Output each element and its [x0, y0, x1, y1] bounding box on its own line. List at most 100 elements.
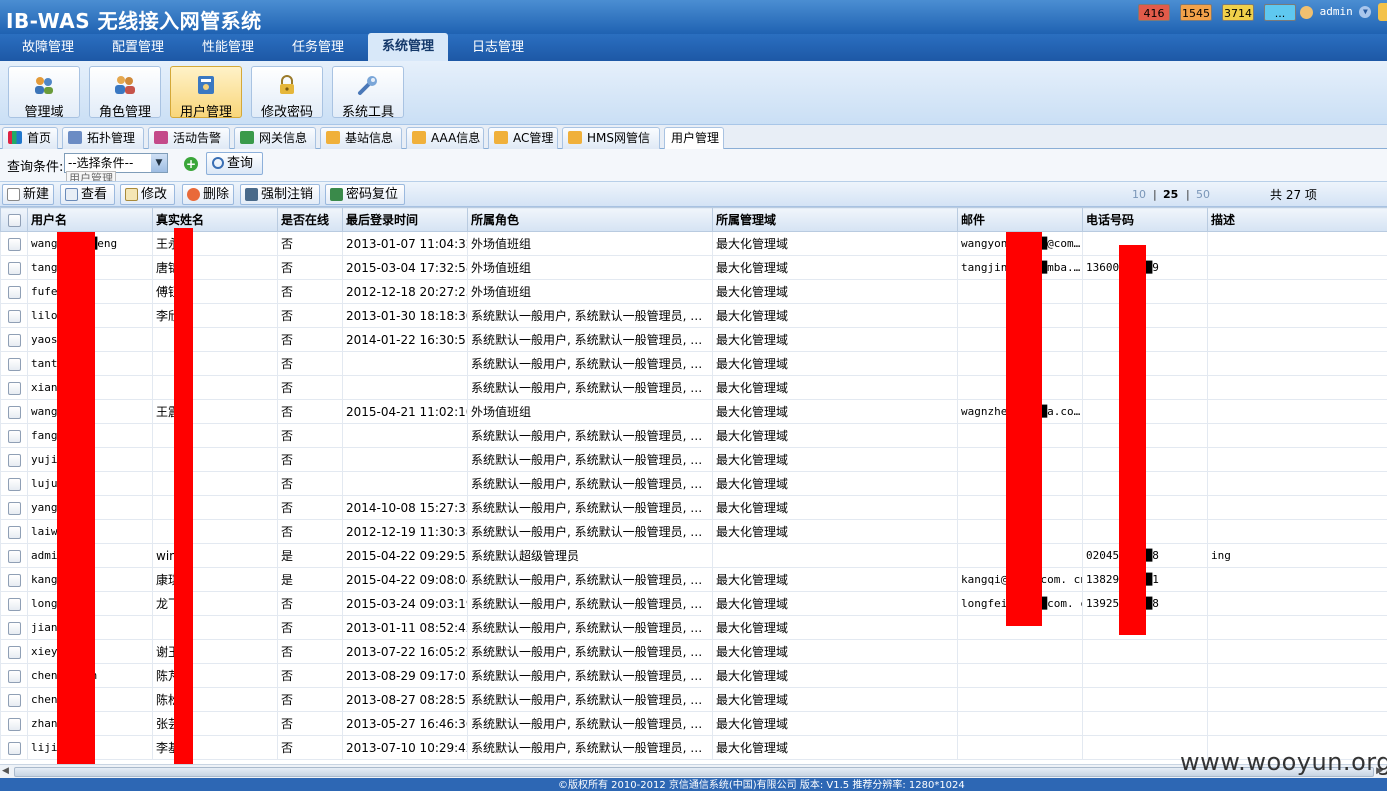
row-checkbox[interactable]: [0, 687, 28, 712]
checkbox[interactable]: [7, 645, 21, 659]
checkbox[interactable]: [7, 309, 21, 323]
row-checkbox[interactable]: [0, 279, 28, 304]
checkbox[interactable]: [7, 669, 21, 683]
chevron-down-icon[interactable]: ▼: [1359, 6, 1372, 18]
checkbox[interactable]: [7, 597, 21, 611]
table-row[interactable]: laiw████g否2012-12-19 11:30:38系统默认一般用户, 系…: [0, 519, 1387, 544]
table-row[interactable]: tang唐锦否2015-03-04 17:32:58外场值班组最大化管理域tan…: [0, 255, 1387, 280]
table-row[interactable]: yaos 否 2014-01-22 16:30:51 系统默认一般用户, 系统默认一般…: [0, 327, 1387, 352]
alarm-major-badge[interactable]: 1545: [1180, 4, 1212, 21]
delete-button[interactable]: 删除: [182, 184, 234, 205]
tab-gateway[interactable]: 网关信息: [234, 127, 316, 149]
row-checkbox[interactable]: [0, 663, 28, 688]
table-row[interactable]: kang 康琪是 2015-04-22 09:08:04 系统默认一般用户, 系统默认…: [0, 567, 1387, 592]
role-button[interactable]: 角色管理: [89, 66, 161, 120]
reset-password-button[interactable]: 密码复位: [325, 184, 405, 205]
col-role[interactable]: 所属角色: [467, 207, 713, 232]
row-checkbox[interactable]: [0, 351, 28, 376]
tab-hms[interactable]: HMS网管信息: [562, 127, 660, 165]
col-domain[interactable]: 所属管理域: [712, 207, 958, 232]
horizontal-scrollbar[interactable]: ◀ ▶: [0, 764, 1387, 778]
tab-aaa[interactable]: AAA信息: [406, 127, 484, 149]
row-checkbox[interactable]: [0, 543, 28, 568]
domain-button[interactable]: 管理域: [8, 66, 80, 120]
row-checkbox[interactable]: [0, 447, 28, 472]
scroll-left-icon[interactable]: ◀: [2, 766, 9, 776]
checkbox[interactable]: [7, 381, 21, 395]
menu-task[interactable]: 任务管理: [278, 34, 358, 61]
row-checkbox[interactable]: [0, 567, 28, 592]
edit-button[interactable]: 修改: [120, 184, 175, 205]
checkbox[interactable]: [7, 573, 21, 587]
checkbox[interactable]: [7, 285, 21, 299]
row-checkbox[interactable]: [0, 423, 28, 448]
view-button[interactable]: 查看: [60, 184, 115, 205]
row-checkbox[interactable]: [0, 255, 28, 280]
table-row[interactable]: luju 否系统默认一般用户, 系统默认一般管理员, … 最大化管理域: [0, 471, 1387, 496]
alarm-critical-badge[interactable]: 416: [1138, 4, 1170, 21]
row-checkbox[interactable]: [0, 231, 28, 256]
row-checkbox[interactable]: [0, 495, 28, 520]
checkbox[interactable]: [7, 501, 21, 515]
checkbox[interactable]: [7, 237, 21, 251]
table-row[interactable]: wang王震否2015-04-21 11:02:10外场值班组最大化管理域wag…: [0, 399, 1387, 424]
checkbox[interactable]: [7, 693, 21, 707]
row-checkbox[interactable]: [0, 399, 28, 424]
table-row[interactable]: lilo 李欣否 2013-01-30 18:18:30 系统默认一般用户, 系统默认…: [0, 303, 1387, 328]
checkbox[interactable]: [7, 477, 21, 491]
user-menu[interactable]: admin ▼: [1300, 5, 1372, 19]
row-checkbox[interactable]: [0, 735, 28, 760]
row-checkbox[interactable]: [0, 615, 28, 640]
menu-log[interactable]: 日志管理: [458, 34, 538, 61]
table-row[interactable]: chen████an陈芃否2013-08-29 09:17:05系统默认一般用户…: [0, 663, 1387, 688]
help-icon[interactable]: [1378, 3, 1387, 21]
add-condition-icon[interactable]: +: [184, 157, 198, 171]
row-checkbox[interactable]: [0, 711, 28, 736]
alarm-minor-badge[interactable]: 3714: [1222, 4, 1254, 21]
force-logout-button[interactable]: 强制注销: [240, 184, 320, 205]
table-row[interactable]: xiey 谢玉否 2013-07-22 16:05:22 系统默认一般用户, 系统默认…: [0, 639, 1387, 664]
table-row[interactable]: zhan████g张芸否2013-05-27 16:46:36系统默认一般用户,…: [0, 711, 1387, 736]
checkbox[interactable]: [7, 621, 21, 635]
col-email[interactable]: 邮件: [957, 207, 1083, 232]
menu-performance[interactable]: 性能管理: [188, 34, 268, 61]
checkbox[interactable]: [7, 333, 21, 347]
select-all-checkbox[interactable]: [0, 207, 28, 232]
row-checkbox[interactable]: [0, 471, 28, 496]
table-row[interactable]: chen████g陈松否2013-08-27 08:28:57系统默认一般用户,…: [0, 687, 1387, 712]
col-description[interactable]: 描述: [1207, 207, 1387, 232]
page-size-50[interactable]: 50: [1196, 188, 1210, 201]
tab-topology[interactable]: 拓扑管理: [62, 127, 144, 149]
table-row[interactable]: yang 否 2014-10-08 15:27:32 系统默认一般用户, 系统默认一般…: [0, 495, 1387, 520]
checkbox[interactable]: [7, 549, 21, 563]
page-size-10[interactable]: 10: [1132, 188, 1146, 201]
system-tools-button[interactable]: 系统工具: [332, 66, 404, 120]
row-checkbox[interactable]: [0, 303, 28, 328]
col-username[interactable]: 用户名: [27, 207, 153, 232]
user-manage-button[interactable]: 用户管理: [170, 66, 242, 120]
col-realname[interactable]: 真实姓名: [152, 207, 278, 232]
table-row[interactable]: yuji 否系统默认一般用户, 系统默认一般管理员, … 最大化管理域: [0, 447, 1387, 472]
new-button[interactable]: 新建: [2, 184, 54, 205]
condition-select[interactable]: --选择条件-- ▼: [64, 153, 168, 173]
row-checkbox[interactable]: [0, 591, 28, 616]
table-row[interactable]: fufe 傅钰否 2012-12-18 20:27:23 外场值班组 最大化管理域: [0, 279, 1387, 304]
col-last-login[interactable]: 最后登录时间: [342, 207, 468, 232]
menu-config[interactable]: 配置管理: [98, 34, 178, 61]
table-row[interactable]: long 龙飞否 2015-03-24 09:03:19 系统默认一般用户, 系统默认…: [0, 591, 1387, 616]
col-online[interactable]: 是否在线: [277, 207, 343, 232]
menu-system[interactable]: 系统管理: [368, 33, 448, 61]
table-row[interactable]: admiwin是2015-04-22 09:29:52系统默认超级管理员0204…: [0, 543, 1387, 568]
table-row[interactable]: wang██████eng王永否2013-01-07 11:04:32外场值班组…: [0, 231, 1387, 256]
checkbox[interactable]: [7, 741, 21, 755]
scrollbar-thumb[interactable]: [14, 767, 1374, 777]
checkbox[interactable]: [7, 261, 21, 275]
col-phone[interactable]: 电话号码: [1082, 207, 1208, 232]
checkbox[interactable]: [7, 453, 21, 467]
checkbox[interactable]: [7, 429, 21, 443]
change-password-button[interactable]: 修改密码: [251, 66, 323, 120]
query-button[interactable]: 查询: [206, 152, 263, 175]
checkbox[interactable]: [7, 357, 21, 371]
tab-basestation[interactable]: 基站信息: [320, 127, 402, 149]
table-row[interactable]: xian 否系统默认一般用户, 系统默认一般管理员, … 最大化管理域: [0, 375, 1387, 400]
